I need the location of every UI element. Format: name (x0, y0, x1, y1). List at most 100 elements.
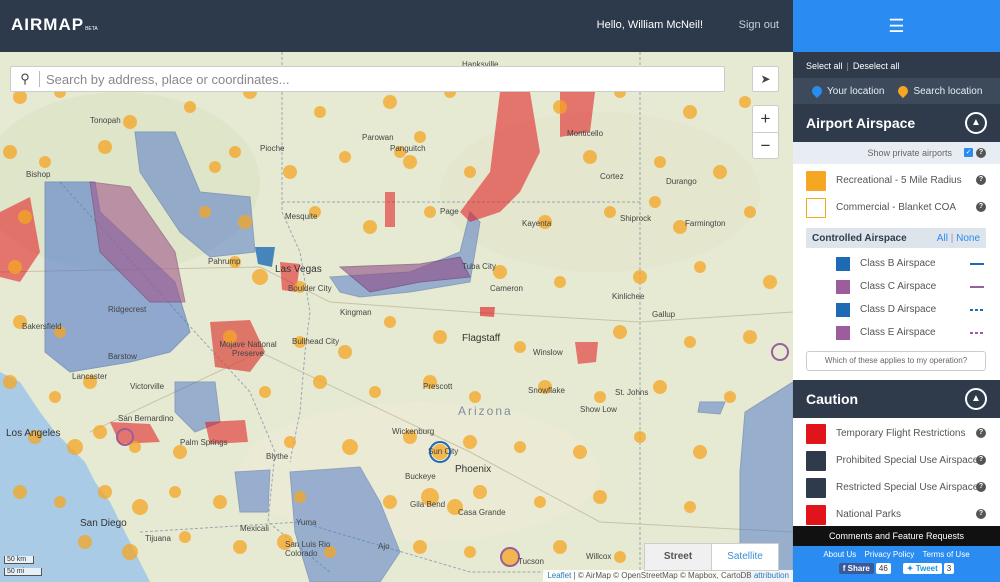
map-label: Gila Bend (410, 500, 446, 509)
private-airports-row: Show private airports ✓ ? (793, 142, 1000, 164)
attribution-link[interactable]: attribution (754, 571, 789, 580)
map-label: San Bernardino (118, 414, 174, 423)
search-bar: ⚲ (10, 66, 725, 92)
map-label: St. Johns (615, 388, 649, 397)
map-label: Willcox (586, 552, 612, 561)
map-label: Los Angeles (6, 428, 61, 439)
layer-swatch (806, 423, 826, 444)
help-icon[interactable]: ? (976, 175, 986, 185)
locate-me-button[interactable]: ➤ (752, 66, 779, 92)
layer-restricted[interactable]: Restricted Special Use Airspace ? (793, 474, 1000, 501)
deselect-all-link[interactable]: Deselect all (853, 61, 900, 71)
layer-recreational[interactable]: Recreational - 5 Mile Radius ? (793, 167, 1000, 194)
street-basemap-button[interactable]: Street (645, 544, 712, 570)
map-view[interactable]: Tonopah Bishop Mesquite Pahrump Las Vega… (0, 52, 793, 582)
private-airports-checkbox[interactable]: ✓ (964, 148, 973, 157)
your-location-button[interactable]: Your location (827, 86, 884, 97)
line-style-icon (970, 263, 984, 265)
layer-class-c[interactable]: Class C Airspace (793, 275, 1000, 298)
help-icon[interactable]: ? (976, 148, 986, 158)
map-label: Flagstaff (462, 333, 501, 344)
layer-swatch (806, 170, 826, 191)
map-label: Lancaster (72, 372, 108, 381)
search-input[interactable] (40, 68, 724, 90)
map-label: Kinlichee (612, 292, 645, 301)
scale-mi: 50 mi (4, 568, 42, 576)
selection-row: Select all | Deselect all (793, 52, 1000, 78)
caution-header[interactable]: Caution ▲ (793, 380, 1000, 418)
search-icon: ⚲ (20, 71, 30, 86)
satellite-basemap-button[interactable]: Satellite (712, 544, 778, 570)
location-row: Your location Search location (793, 78, 1000, 104)
map-label: Wickenburg (392, 427, 435, 436)
layer-class-d[interactable]: Class D Airspace (793, 298, 1000, 321)
privacy-link[interactable]: Privacy Policy (864, 550, 914, 559)
which-applies-button[interactable]: Which of these applies to my operation? (806, 351, 986, 371)
zoom-out-button[interactable]: − (753, 132, 778, 158)
comments-link[interactable]: Comments and Feature Requests (793, 526, 1000, 546)
help-icon[interactable]: ? (976, 482, 986, 492)
map-label: Monticello (567, 129, 604, 138)
help-icon[interactable]: ? (976, 202, 986, 212)
search-pin-icon (896, 83, 911, 99)
leaflet-link[interactable]: Leaflet (547, 571, 571, 580)
map-label: Pioche (260, 144, 285, 153)
map-label: Farmington (685, 219, 726, 228)
map-label: San Luis Rio Colorado (285, 540, 331, 558)
airmap-logo[interactable]: AIRMAPBETA (11, 15, 98, 35)
map-label: Victorville (130, 382, 165, 391)
airport-airspace-header[interactable]: Airport Airspace ▲ (793, 104, 1000, 142)
zoom-in-button[interactable]: + (753, 106, 778, 132)
menu-button[interactable]: ☰ (793, 0, 1000, 52)
navigation-arrow-icon: ➤ (760, 72, 771, 86)
layer-class-e[interactable]: Class E Airspace (793, 321, 1000, 344)
facebook-icon: f (842, 564, 846, 573)
layer-swatch (806, 450, 826, 471)
zoom-control: + − (752, 105, 779, 159)
tweet-button[interactable]: ✦ Tweet 3 (902, 563, 955, 574)
map-label: Mojave National Preserve (219, 340, 277, 358)
terms-link[interactable]: Terms of Use (923, 550, 970, 559)
map-label: Bakersfield (22, 322, 62, 331)
layer-tfr[interactable]: Temporary Flight Restrictions ? (793, 420, 1000, 447)
map-label: Arizona (458, 404, 513, 418)
help-icon[interactable]: ? (976, 509, 986, 519)
map-label: Boulder City (288, 284, 332, 293)
map-label: Phoenix (455, 464, 492, 475)
top-bar: AIRMAPBETA Hello, William McNeil! Sign o… (0, 0, 793, 52)
layer-commercial[interactable]: Commercial - Blanket COA ? (793, 194, 1000, 221)
map-label: Durango (666, 177, 697, 186)
map-label: Tucson (518, 557, 544, 566)
list-menu-icon: ☰ (888, 15, 905, 36)
map-attribution: Leaflet | © AirMap © OpenStreetMap © Map… (543, 570, 793, 582)
beta-badge: BETA (85, 26, 98, 32)
dashed-line-icon (970, 332, 984, 334)
layer-class-b[interactable]: Class B Airspace (793, 252, 1000, 275)
map-label: Tonopah (90, 116, 121, 125)
layer-swatch (836, 302, 850, 317)
collapse-icon[interactable]: ▲ (965, 388, 987, 410)
layer-prohibited[interactable]: Prohibited Special Use Airspace ? (793, 447, 1000, 474)
twitter-icon: ✦ (906, 564, 914, 573)
map-label: Ridgecrest (108, 305, 147, 314)
facebook-share-button[interactable]: f Share 46 (838, 563, 891, 574)
controlled-none-link[interactable]: None (956, 233, 980, 244)
map-label: Kingman (340, 308, 372, 317)
user-greeting: Hello, William McNeil! (596, 19, 703, 31)
search-location-button[interactable]: Search location (913, 86, 982, 97)
map-label: Mexicali (240, 524, 269, 533)
map-label: Ajo (378, 542, 390, 551)
select-all-link[interactable]: Select all (806, 61, 843, 71)
map-label: Snowflake (528, 386, 565, 395)
layer-national-parks[interactable]: National Parks ? (793, 501, 1000, 528)
map-label: Gallup (652, 310, 676, 319)
map-label: Cortez (600, 172, 624, 181)
controlled-all-link[interactable]: All (937, 233, 948, 244)
layer-swatch (806, 504, 826, 525)
sign-out-link[interactable]: Sign out (739, 19, 779, 31)
map-label: Palm Springs (180, 438, 228, 447)
help-icon[interactable]: ? (976, 428, 986, 438)
about-link[interactable]: About Us (823, 550, 856, 559)
collapse-icon[interactable]: ▲ (965, 112, 987, 134)
help-icon[interactable]: ? (976, 455, 986, 465)
